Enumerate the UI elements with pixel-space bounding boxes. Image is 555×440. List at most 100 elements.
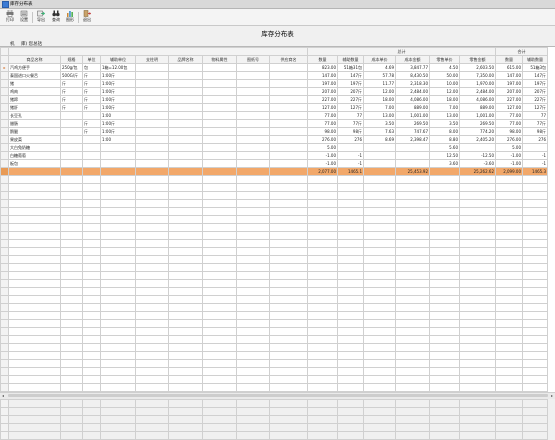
table-cell[interactable]: 77 xyxy=(337,111,364,120)
table-cell[interactable]: -3.60 xyxy=(459,159,496,168)
row-selector[interactable] xyxy=(0,151,9,160)
chart-button[interactable]: 图形 xyxy=(63,10,77,24)
exit-button[interactable]: 退出 xyxy=(80,10,94,24)
table-cell[interactable]: 197.00 xyxy=(495,79,523,88)
table-row[interactable]: 鸡肉斤斤 1:00斤 207.00 207斤 12.00 2,484.00 12.00 2,4… xyxy=(0,87,548,96)
table-cell[interactable] xyxy=(236,103,270,112)
table-cell[interactable]: 鸡肉 xyxy=(8,87,61,96)
table-cell[interactable] xyxy=(269,103,308,112)
table-cell[interactable]: 斤 xyxy=(82,127,101,136)
table-cell[interactable] xyxy=(269,79,308,88)
table-cell[interactable]: 8.80 xyxy=(429,135,460,144)
table-cell[interactable]: 1:00斤 xyxy=(100,119,136,128)
table-cell[interactable]: 823.00 xyxy=(307,63,338,72)
table-cell[interactable]: 98斤 xyxy=(522,127,548,136)
table-cell[interactable]: 斤 xyxy=(82,119,101,128)
column-header[interactable]: 辅助数量 xyxy=(522,55,548,64)
table-cell[interactable]: 127斤 xyxy=(337,103,364,112)
table-row[interactable]: 大白兔奶糖 5.00 5.60 5.00 xyxy=(0,143,548,152)
table-cell[interactable] xyxy=(236,63,270,72)
table-cell[interactable] xyxy=(60,143,83,152)
table-cell[interactable]: 127.00 xyxy=(495,103,523,112)
table-cell[interactable]: 8,430.50 xyxy=(395,71,430,80)
table-cell[interactable]: 大白兔奶糖 xyxy=(8,143,61,152)
table-cell[interactable] xyxy=(82,111,101,120)
table-cell[interactable]: 51箱31包 xyxy=(337,63,364,72)
column-header[interactable]: 成本金额 xyxy=(395,55,430,64)
table-cell[interactable]: 3,847.77 xyxy=(395,63,430,72)
table-cell[interactable] xyxy=(135,87,169,96)
table-cell[interactable] xyxy=(269,63,308,72)
table-cell[interactable]: -1.00 xyxy=(495,151,523,160)
table-cell[interactable] xyxy=(168,151,203,160)
table-cell[interactable] xyxy=(236,71,270,80)
column-header[interactable]: 单位 xyxy=(82,55,101,64)
table-cell[interactable]: 腊肠 xyxy=(8,119,61,128)
table-cell[interactable] xyxy=(269,87,308,96)
table-cell[interactable] xyxy=(60,111,83,120)
table-cell[interactable]: -12.50 xyxy=(459,151,496,160)
row-selector[interactable] xyxy=(0,119,9,128)
row-selector[interactable] xyxy=(0,159,9,168)
table-cell[interactable]: 1:00斤 xyxy=(100,71,136,80)
table-cell[interactable] xyxy=(135,119,169,128)
row-selector[interactable] xyxy=(0,95,9,104)
table-cell[interactable] xyxy=(135,143,169,152)
table-cell[interactable]: 斤 xyxy=(82,79,101,88)
table-cell[interactable]: 12.50 xyxy=(429,151,460,160)
table-cell[interactable] xyxy=(135,135,169,144)
table-cell[interactable]: 2,484.00 xyxy=(459,87,496,96)
column-header[interactable]: 数量 xyxy=(495,55,523,64)
table-cell[interactable]: 汽鸡方便手 xyxy=(8,63,61,72)
table-cell[interactable] xyxy=(459,143,496,152)
table-cell[interactable] xyxy=(60,119,83,128)
table-cell[interactable]: -1.00 xyxy=(307,159,338,168)
table-cell[interactable]: 斤 xyxy=(60,87,83,96)
table-cell[interactable] xyxy=(168,87,203,96)
table-cell[interactable]: 77 xyxy=(522,111,548,120)
table-cell[interactable]: 4,086.00 xyxy=(459,95,496,104)
print-button[interactable]: 打印 xyxy=(3,10,17,24)
table-cell[interactable] xyxy=(236,127,270,136)
table-cell[interactable]: 斤 xyxy=(60,103,83,112)
table-cell[interactable]: 猪 xyxy=(8,79,61,88)
table-cell[interactable]: 1:00 xyxy=(100,111,136,120)
table-cell[interactable] xyxy=(395,159,430,168)
table-cell[interactable]: 269.50 xyxy=(459,119,496,128)
table-cell[interactable]: 13.00 xyxy=(429,111,460,120)
table-cell[interactable] xyxy=(168,71,203,80)
table-cell[interactable] xyxy=(135,95,169,104)
table-row[interactable]: 泰国进口火餐舌 500G/斤斤 1:00斤 147.00 147斤 57.78 8,430.… xyxy=(0,71,548,80)
table-cell[interactable]: 500G/斤 xyxy=(60,71,83,80)
table-cell[interactable] xyxy=(135,79,169,88)
table-cell[interactable]: -1 xyxy=(337,159,364,168)
table-cell[interactable]: -1.00 xyxy=(307,151,338,160)
table-cell[interactable] xyxy=(202,119,237,128)
table-cell[interactable] xyxy=(236,111,270,120)
table-cell[interactable]: 斤 xyxy=(60,95,83,104)
table-cell[interactable]: 57.78 xyxy=(363,71,396,80)
table-cell[interactable]: 197斤 xyxy=(337,79,364,88)
table-cell[interactable] xyxy=(269,71,308,80)
table-cell[interactable] xyxy=(202,111,237,120)
table-cell[interactable]: 2,405.20 xyxy=(459,135,496,144)
column-header[interactable]: 支柱明 xyxy=(135,55,169,64)
column-header[interactable]: 物料属性 xyxy=(202,55,237,64)
table-cell[interactable]: 白糖葡萄 xyxy=(8,151,61,160)
table-cell[interactable]: 2,318.30 xyxy=(395,79,430,88)
table-cell[interactable] xyxy=(363,151,396,160)
table-cell[interactable] xyxy=(202,79,237,88)
table-cell[interactable] xyxy=(522,143,548,152)
table-cell[interactable]: 269.50 xyxy=(395,119,430,128)
column-header[interactable]: 商品名称 xyxy=(8,55,61,64)
table-cell[interactable] xyxy=(135,127,169,136)
table-cell[interactable] xyxy=(168,103,203,112)
table-cell[interactable]: 斤 xyxy=(82,103,101,112)
table-cell[interactable]: 5.00 xyxy=(307,143,338,152)
table-cell[interactable] xyxy=(202,127,237,136)
table-cell[interactable] xyxy=(202,63,237,72)
horizontal-scrollbar[interactable]: ◂ ▸ xyxy=(0,392,555,399)
table-cell[interactable]: 1:00 xyxy=(100,135,136,144)
table-cell[interactable] xyxy=(82,151,101,160)
table-cell[interactable] xyxy=(236,95,270,104)
